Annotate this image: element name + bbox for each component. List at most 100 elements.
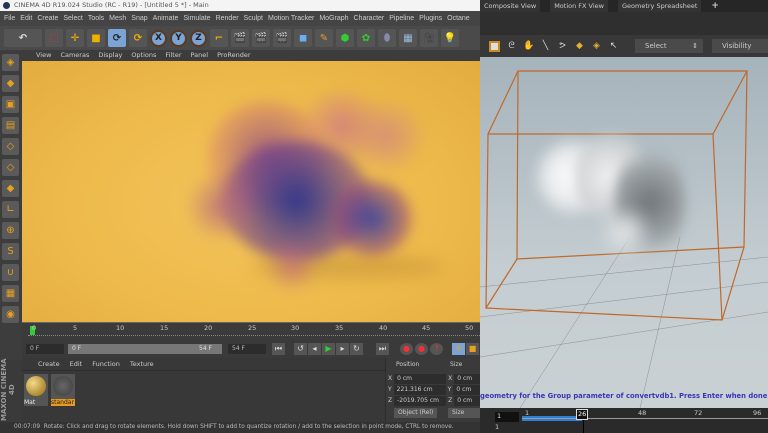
add-tab-button[interactable]: + <box>711 0 719 12</box>
menu-select[interactable]: Select <box>63 15 82 22</box>
current-frame-marker[interactable]: 26 <box>576 409 589 420</box>
deformer-icon[interactable]: ⬮ <box>378 29 396 47</box>
frame-field[interactable]: 1 <box>495 412 519 422</box>
undo-button[interactable]: ↶ <box>4 29 42 47</box>
material-menu-edit[interactable]: Edit <box>70 358 83 370</box>
select-tool-icon[interactable] <box>489 40 500 52</box>
next-frame-button[interactable]: ▸ <box>336 343 349 355</box>
tab-composite-view[interactable]: Composite View <box>480 0 541 12</box>
secure-selection-icon[interactable]: ↖ <box>608 41 619 52</box>
menu-edit[interactable]: Edit <box>20 15 32 22</box>
magnet-icon[interactable]: ∪ <box>2 264 19 281</box>
play-button[interactable]: ▶ <box>322 343 335 355</box>
render-settings-icon[interactable]: 🎬 <box>273 29 291 47</box>
position-z-field[interactable]: -2019.705 cm <box>394 396 447 406</box>
points-mode-icon[interactable]: ◇ <box>2 138 19 155</box>
menu-mograph[interactable]: MoGraph <box>319 15 348 22</box>
texture-mode-icon[interactable]: ▣ <box>2 96 19 113</box>
material-swatch[interactable]: standar <box>51 374 75 406</box>
next-key-button[interactable]: ↻ <box>350 343 363 355</box>
snap-icon[interactable]: S <box>2 243 19 260</box>
select-visible-icon[interactable]: ◆ <box>574 41 585 52</box>
tweak-mode-icon[interactable]: ⊕ <box>2 222 19 239</box>
coordinate-system-button[interactable]: ⌐ <box>210 29 228 47</box>
viewport-menu-cameras[interactable]: Cameras <box>60 50 89 61</box>
lock-icon[interactable]: ◉ <box>2 306 19 323</box>
viewport-menu-filter[interactable]: Filter <box>165 50 181 61</box>
previous-frame-button[interactable]: ◂ <box>308 343 321 355</box>
pen-icon[interactable]: ✎ <box>315 29 333 47</box>
scale-button[interactable]: ■ <box>87 29 105 47</box>
grid-icon[interactable]: ▦ <box>2 285 19 302</box>
houdini-timeline[interactable]: 1 1 1 48 72 96 26 <box>480 408 768 433</box>
menu-file[interactable]: File <box>4 15 15 22</box>
material-swatch[interactable]: Mat <box>24 374 48 406</box>
menu-octane[interactable]: Octane <box>447 15 470 22</box>
coordinate-mode-dropdown[interactable]: Object (Rel) <box>394 408 438 418</box>
menu-tools[interactable]: Tools <box>88 15 104 22</box>
houdini-viewport[interactable] <box>480 57 768 408</box>
z-axis-button[interactable]: Z <box>190 29 207 47</box>
menu-animate[interactable]: Animate <box>153 15 179 22</box>
polygons-mode-icon[interactable]: ◆ <box>2 180 19 197</box>
material-menu-function[interactable]: Function <box>92 358 120 370</box>
brush-select-icon[interactable]: ✋ <box>523 41 534 52</box>
keyframe-selection-button[interactable]: ? <box>430 343 443 355</box>
end-frame-field[interactable]: 54 F <box>228 344 266 354</box>
workplane-icon[interactable]: ▤ <box>2 117 19 134</box>
menu-pipeline[interactable]: Pipeline <box>389 15 414 22</box>
camera-icon[interactable]: 🎥 <box>420 29 438 47</box>
recent-tool-button[interactable]: ⟳ <box>129 29 147 47</box>
viewport-menu-panel[interactable]: Panel <box>191 50 209 61</box>
select-groups-icon[interactable]: ᕗ <box>557 41 568 52</box>
menu-mesh[interactable]: Mesh <box>109 15 126 22</box>
position-x-field[interactable]: 0 cm <box>394 374 447 384</box>
go-to-start-button[interactable]: ⏮ <box>272 343 285 355</box>
select-contained-icon[interactable]: ◈ <box>591 41 602 52</box>
light-icon[interactable]: 💡 <box>441 29 459 47</box>
floor-icon[interactable]: ▦ <box>399 29 417 47</box>
autokey-button[interactable]: ● <box>415 343 428 355</box>
select-mode-dropdown[interactable]: Select ⇕ <box>635 39 703 53</box>
menu-render[interactable]: Render <box>216 15 239 22</box>
size-y-field[interactable]: 0 cm <box>453 385 484 395</box>
viewport-menu-view[interactable]: View <box>36 50 51 61</box>
menu-snap[interactable]: Snap <box>131 15 147 22</box>
rotate-button[interactable]: ⟳ <box>108 29 126 47</box>
record-key-button[interactable]: ● <box>400 343 413 355</box>
menu-simulate[interactable]: Simulate <box>183 15 210 22</box>
tab-geometry-spreadsheet[interactable]: Geometry Spreadsheet <box>617 0 702 12</box>
tab-motion-fx-view[interactable]: Motion FX View <box>550 0 608 12</box>
material-menu-create[interactable]: Create <box>38 358 60 370</box>
menu-sculpt[interactable]: Sculpt <box>244 15 263 22</box>
make-editable-icon[interactable]: ◈ <box>2 54 19 71</box>
axis-mode-icon[interactable]: ∟ <box>2 201 19 218</box>
timeline-ruler[interactable]: 0 5 10 15 20 25 30 35 40 45 50 <box>22 322 480 340</box>
frame-field-secondary[interactable]: 1 <box>495 423 499 431</box>
laser-select-icon[interactable]: ╲ <box>540 41 551 52</box>
render-view-icon[interactable]: 🎬 <box>231 29 249 47</box>
current-frame-field[interactable]: 0 F <box>26 344 64 354</box>
array-icon[interactable]: ✿ <box>357 29 375 47</box>
live-selection-button[interactable]: ⬚ <box>45 29 63 47</box>
cube-icon[interactable]: ◼ <box>294 29 312 47</box>
size-mode-dropdown[interactable]: Size <box>448 408 481 418</box>
go-to-end-button[interactable]: ⏭ <box>376 343 389 355</box>
subdivision-icon[interactable]: ⬢ <box>336 29 354 47</box>
position-y-field[interactable]: 221.316 cm <box>393 385 446 395</box>
menu-motion-tracker[interactable]: Motion Tracker <box>268 15 314 22</box>
visibility-button[interactable]: Visibility <box>712 39 768 53</box>
model-mode-icon[interactable]: ◆ <box>2 75 19 92</box>
c4d-viewport[interactable] <box>22 61 480 322</box>
viewport-menu-prorender[interactable]: ProRender <box>217 50 250 61</box>
move-button[interactable]: ✛ <box>66 29 84 47</box>
menu-character[interactable]: Character <box>354 15 385 22</box>
viewport-menu-display[interactable]: Display <box>98 50 122 61</box>
x-axis-button[interactable]: X <box>150 29 167 47</box>
material-menu-texture[interactable]: Texture <box>130 358 154 370</box>
menu-create[interactable]: Create <box>37 15 58 22</box>
record-scale-button[interactable]: ■ <box>466 343 479 355</box>
y-axis-button[interactable]: Y <box>170 29 187 47</box>
range-slider[interactable]: 0 F 54 F <box>68 344 222 354</box>
render-picture-viewer-icon[interactable]: 🎬 <box>252 29 270 47</box>
